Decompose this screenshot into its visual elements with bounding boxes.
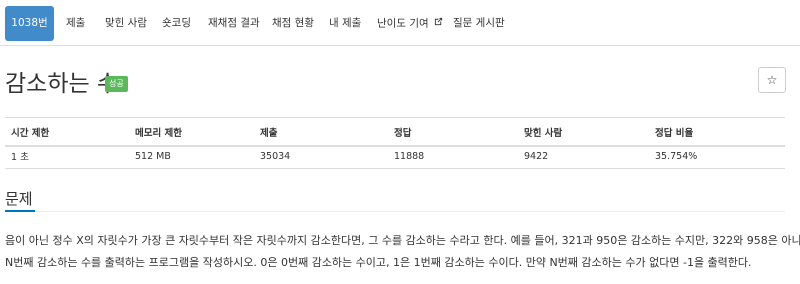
external-link-icon [434, 6, 443, 41]
description-line: N번째 감소하는 수를 출력하는 프로그램을 작성하시오. 0은 0번째 감소하… [5, 256, 752, 269]
tab-question-board[interactable]: 질문 게시판 [453, 6, 505, 41]
value-accepted: 11888 [394, 150, 425, 162]
section-divider [5, 211, 785, 212]
tab-submit[interactable]: 제출 [66, 6, 85, 41]
value-accepted-ratio: 35.754% [655, 150, 698, 162]
header-submissions: 제출 [260, 127, 278, 139]
section-title: 문제 [5, 190, 33, 208]
tab-solved-users[interactable]: 맞힌 사람 [105, 6, 147, 41]
header-accepted-ratio: 정답 비율 [655, 127, 694, 139]
header-time-limit: 시간 제한 [11, 127, 50, 139]
problem-nav: 1038번 제출 맞힌 사람 숏코딩 재채점 결과 채점 현황 내 제출 난이도… [0, 0, 800, 46]
tab-my-submissions[interactable]: 내 제출 [329, 6, 361, 41]
value-memory-limit: 512 MB [135, 150, 171, 162]
page-title: 감소하는 수 [5, 71, 119, 97]
status-badge: 성공 [105, 76, 128, 92]
tab-problem[interactable]: 1038번 [5, 6, 54, 41]
description-line: 음이 아닌 정수 X의 자릿수가 가장 큰 자릿수부터 작은 자릿수까지 감소한… [5, 234, 800, 247]
tab-difficulty-label: 난이도 기여 [377, 17, 429, 30]
section-title-underline [5, 210, 35, 212]
tab-short-coding[interactable]: 숏코딩 [162, 6, 191, 41]
value-solved-users: 9422 [524, 150, 549, 162]
tab-judge-status[interactable]: 채점 현황 [272, 6, 314, 41]
tab-difficulty-contribution[interactable]: 난이도 기여 [377, 6, 443, 41]
header-solved-users: 맞힌 사람 [524, 127, 563, 139]
value-submissions: 35034 [260, 150, 291, 162]
header-accepted: 정답 [394, 127, 412, 139]
value-time-limit: 1 초 [11, 152, 29, 163]
tab-rejudge-results[interactable]: 재채점 결과 [208, 6, 260, 41]
star-icon: ☆ [766, 73, 778, 87]
star-button[interactable]: ☆ [758, 67, 786, 93]
problem-info-row: 1 초 512 MB 35034 11888 9422 35.754% [5, 144, 785, 169]
header-memory-limit: 메모리 제한 [135, 127, 183, 139]
problem-info-header: 시간 제한 메모리 제한 제출 정답 맞힌 사람 정답 비율 [5, 117, 785, 147]
problem-description: 음이 아닌 정수 X의 자릿수가 가장 큰 자릿수부터 작은 자릿수까지 감소한… [5, 230, 800, 274]
